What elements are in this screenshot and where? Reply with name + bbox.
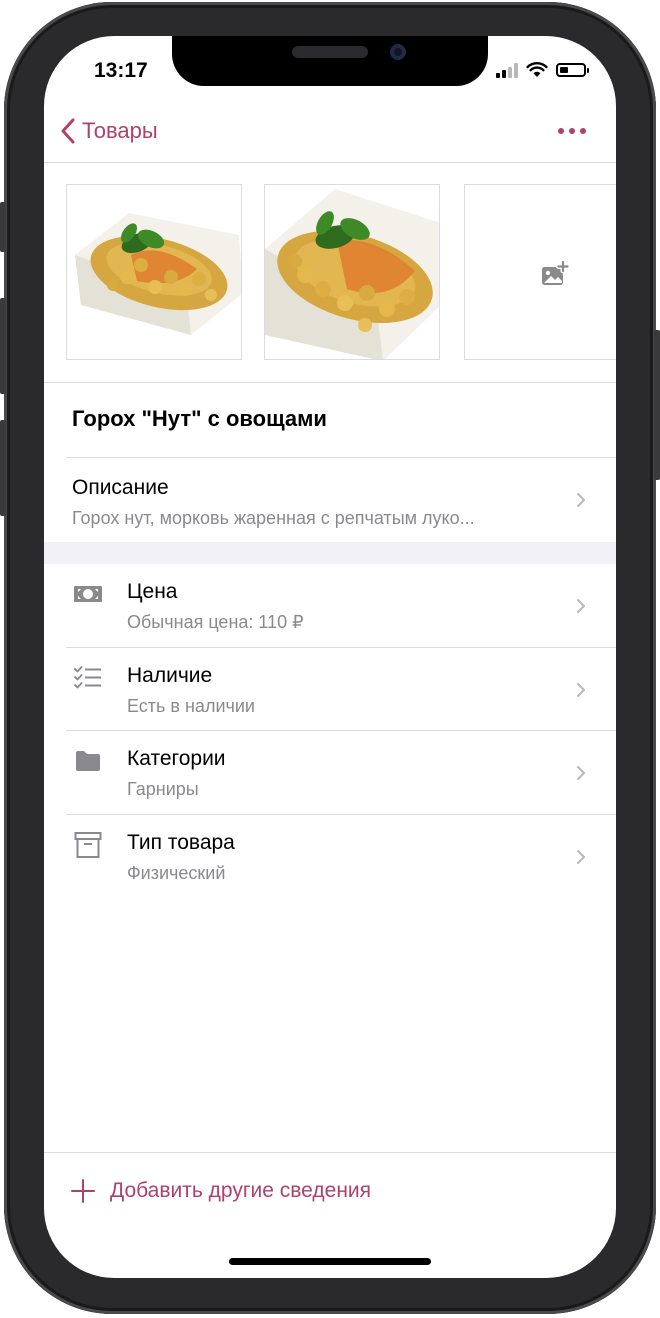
availability-subtitle: Есть в наличии (127, 696, 255, 716)
description-text: Горох нут, морковь жаренная с репчатым л… (72, 508, 475, 528)
folder-icon (74, 747, 102, 775)
navigation-bar: Товары (44, 110, 616, 163)
status-time: 13:17 (94, 59, 148, 82)
product-photo-2[interactable] (264, 184, 440, 360)
product-type-title: Тип товара (127, 831, 235, 854)
add-more-info-label: Добавить другие сведения (110, 1179, 372, 1202)
wifi-icon (526, 62, 548, 77)
product-name[interactable]: Горох "Нут" с овощами (72, 406, 327, 432)
categories-subtitle: Гарниры (127, 779, 199, 799)
price-subtitle: Обычная цена: 110 ₽ (127, 612, 304, 632)
volume-up-button (0, 298, 6, 394)
front-camera (390, 44, 406, 60)
mute-switch (0, 202, 6, 252)
add-more-info-button[interactable]: Добавить другие сведения (68, 1176, 371, 1206)
banknote-icon (74, 580, 102, 608)
description-row[interactable]: Описание Горох нут, морковь жаренная с р… (44, 458, 616, 542)
add-image-icon (542, 261, 569, 285)
status-icons (496, 58, 589, 82)
product-photo-1[interactable] (66, 184, 242, 360)
categories-row[interactable]: Категории Гарниры (44, 731, 616, 814)
checklist-icon (74, 664, 102, 692)
volume-down-button (0, 420, 6, 516)
chevron-right-icon (577, 683, 585, 697)
product-type-row[interactable]: Тип товара Физический (44, 815, 616, 898)
plus-icon (68, 1176, 98, 1206)
chevron-left-icon (61, 118, 75, 144)
notch (172, 36, 488, 86)
back-button-label: Товары (82, 118, 158, 143)
battery-icon (556, 63, 589, 77)
chevron-right-icon (577, 599, 585, 613)
section-separator (44, 542, 616, 564)
availability-row[interactable]: Наличие Есть в наличии (44, 648, 616, 731)
add-photo-button[interactable] (464, 184, 616, 360)
chevron-right-icon (577, 493, 585, 507)
power-button (654, 330, 660, 480)
bottom-divider (44, 1152, 616, 1153)
availability-title: Наличие (127, 664, 213, 687)
product-photos (44, 184, 616, 360)
price-row[interactable]: Цена Обычная цена: 110 ₽ (44, 564, 616, 648)
app-screen: 13:17 Товары Горох "Нут" с овощами Описа… (44, 36, 616, 1278)
speaker-grille (292, 46, 368, 58)
categories-title: Категории (127, 747, 226, 770)
food-photo-image (67, 185, 241, 359)
description-title: Описание (72, 476, 169, 499)
home-indicator[interactable] (229, 1258, 431, 1265)
more-options-button[interactable] (558, 128, 586, 134)
back-button[interactable]: Товары (60, 118, 158, 144)
divider (44, 382, 616, 383)
product-type-subtitle: Физический (127, 863, 226, 883)
food-photo-image (265, 185, 439, 359)
chevron-right-icon (577, 766, 585, 780)
cellular-signal-icon (496, 62, 518, 78)
chevron-right-icon (577, 850, 585, 864)
archive-box-icon (74, 831, 102, 859)
price-title: Цена (127, 580, 178, 603)
